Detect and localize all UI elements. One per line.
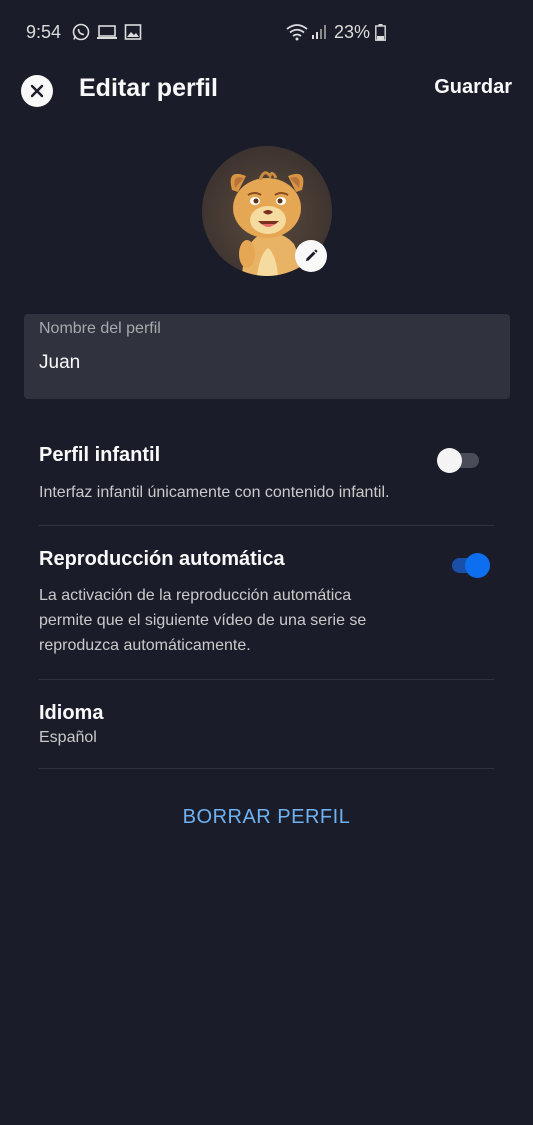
laptop-icon	[96, 23, 118, 46]
language-setting[interactable]: Idioma Español	[39, 702, 494, 750]
language-value: Español	[39, 729, 97, 746]
whatsapp-icon	[72, 23, 90, 46]
avatar-container	[202, 146, 332, 276]
divider	[39, 679, 494, 680]
battery-icon	[375, 24, 386, 46]
kids-profile-setting: Perfil infantil Interfaz infantil únicam…	[39, 444, 494, 505]
delete-profile-button[interactable]: BORRAR PERFIL	[0, 806, 533, 829]
edit-avatar-button[interactable]	[295, 240, 327, 272]
header: Editar perfil Guardar	[0, 66, 533, 116]
pencil-icon	[306, 249, 318, 261]
autoplay-title: Reproducción automática	[39, 548, 285, 570]
kids-profile-title: Perfil infantil	[39, 444, 161, 466]
page-title: Editar perfil	[79, 74, 218, 102]
status-time: 9:54	[26, 22, 62, 42]
autoplay-description-line: permite que el siguiente vídeo de una se…	[39, 612, 367, 629]
toggle-knob	[465, 553, 490, 578]
profile-name-label: Nombre del perfil	[39, 320, 161, 337]
notification-icons	[72, 23, 142, 46]
divider	[39, 525, 494, 526]
autoplay-setting: Reproducción automática La activación de…	[39, 548, 494, 658]
wifi-icon	[286, 23, 308, 46]
autoplay-description: La activación de la reproducción automát…	[39, 583, 494, 658]
kids-profile-toggle[interactable]	[437, 446, 479, 474]
close-icon	[30, 84, 44, 98]
profile-name-input[interactable]: Juan	[39, 352, 495, 374]
image-icon	[124, 23, 142, 46]
signal-icon	[311, 24, 327, 45]
autoplay-description-line: La activación de la reproducción automát…	[39, 587, 352, 604]
profile-name-field[interactable]: Nombre del perfil Juan	[24, 314, 510, 399]
battery-percent: 23%	[334, 22, 371, 42]
close-button[interactable]	[21, 75, 53, 107]
autoplay-description-line: reproduzca automáticamente.	[39, 637, 251, 654]
status-bar: 9:54 23%	[0, 0, 533, 66]
kids-profile-description: Interfaz infantil únicamente con conteni…	[39, 484, 390, 501]
language-title: Idioma	[39, 702, 104, 724]
save-button[interactable]: Guardar	[434, 76, 512, 99]
toggle-knob	[437, 448, 462, 473]
divider	[39, 768, 494, 769]
autoplay-toggle[interactable]	[448, 551, 490, 579]
